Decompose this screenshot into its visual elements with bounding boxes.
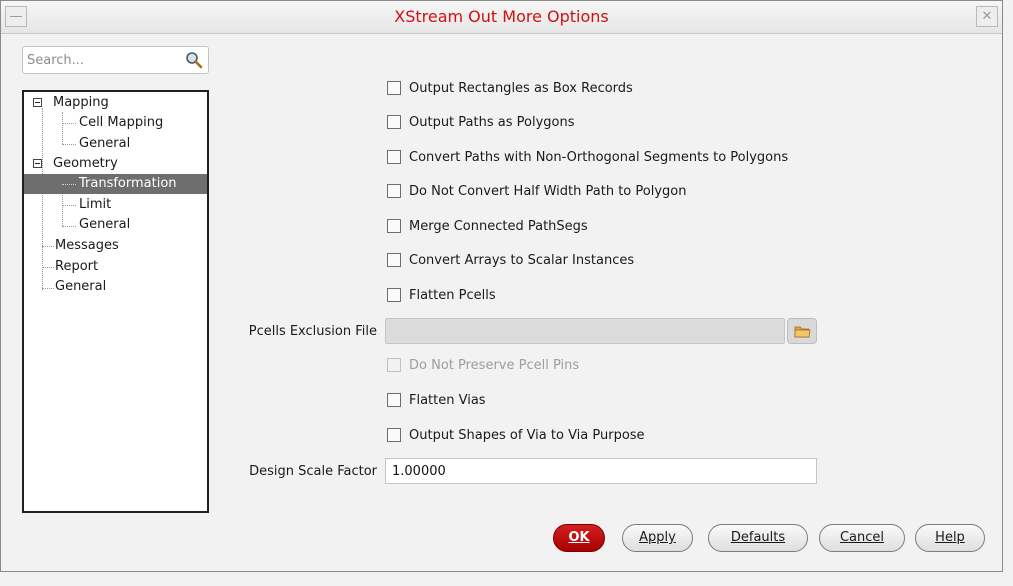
search-box [22,46,209,74]
defaults-button[interactable]: Defaults [708,524,808,552]
browse-button[interactable] [787,318,817,344]
option-label: Flatten Pcells [409,288,496,303]
options-tree[interactable]: Mapping Cell Mapping General Geometry Tr… [22,90,209,513]
close-button[interactable]: ✕ [976,6,998,27]
pcells-exclusion-field [385,318,785,344]
search-input[interactable] [25,50,175,70]
search-icon[interactable] [185,51,203,69]
checkbox[interactable] [387,80,401,95]
option-flatten-vias[interactable]: Flatten Vias [387,392,486,412]
tree-item-messages[interactable]: Messages [55,236,119,256]
option-label: Output Rectangles as Box Records [409,81,633,96]
collapse-icon[interactable] [33,159,42,168]
option-label: Output Paths as Polygons [409,115,575,130]
option-label: Convert Arrays to Scalar Instances [409,253,635,268]
option-flatten-pcells[interactable]: Flatten Pcells [387,287,496,307]
checkbox[interactable] [387,149,401,164]
checkbox[interactable] [387,218,401,233]
ok-button[interactable]: OK [553,524,605,552]
option-label: Merge Connected PathSegs [409,219,588,234]
help-button[interactable]: Help [915,524,985,552]
tree-item-geometry-general[interactable]: General [79,215,130,235]
option-merge-pathsegs[interactable]: Merge Connected PathSegs [387,218,588,238]
option-paths-polygons[interactable]: Output Paths as Polygons [387,114,574,134]
option-half-width[interactable]: Do Not Convert Half Width Path to Polygo… [387,183,686,203]
option-label: Do Not Preserve Pcell Pins [409,358,580,373]
option-label: Output Shapes of Via to Via Purpose [409,428,645,443]
tree-item-mapping[interactable]: Mapping [53,93,109,113]
checkbox[interactable] [387,114,401,129]
option-via-purpose[interactable]: Output Shapes of Via to Via Purpose [387,427,645,447]
option-label: Flatten Vias [409,393,486,408]
checkbox[interactable] [387,287,401,302]
checkbox [387,357,401,372]
collapse-icon[interactable] [33,98,42,107]
folder-icon [794,326,811,338]
design-scale-label: Design Scale Factor [249,464,377,479]
tree-item-transformation[interactable]: Transformation [79,174,177,194]
design-scale-input[interactable] [385,458,817,484]
checkbox[interactable] [387,183,401,198]
tree-item-geometry[interactable]: Geometry [53,154,118,174]
title-bar: — XStream Out More Options ✕ [1,1,1002,34]
apply-button[interactable]: Apply [622,524,693,552]
option-rect-box[interactable]: Output Rectangles as Box Records [387,80,633,100]
checkbox[interactable] [387,252,401,267]
checkbox[interactable] [387,427,401,442]
option-arrays-scalar[interactable]: Convert Arrays to Scalar Instances [387,252,634,272]
pcells-exclusion-label: Pcells Exclusion File [248,324,377,339]
tree-item-cell-mapping[interactable]: Cell Mapping [79,113,163,133]
option-label: Convert Paths with Non-Orthogonal Segmen… [409,150,789,165]
tree-item-limit[interactable]: Limit [79,195,111,215]
window-title: XStream Out More Options [394,7,609,26]
cancel-button[interactable]: Cancel [819,524,905,552]
option-nonortho[interactable]: Convert Paths with Non-Orthogonal Segmen… [387,149,788,169]
tree-item-report[interactable]: Report [55,257,98,277]
checkbox[interactable] [387,392,401,407]
option-preserve-pins: Do Not Preserve Pcell Pins [387,357,579,377]
xstream-out-options-dialog: — XStream Out More Options ✕ Mapping Cel… [0,0,1003,572]
tree-item-mapping-general[interactable]: General [79,134,130,154]
option-label: Do Not Convert Half Width Path to Polygo… [409,184,687,199]
tree-item-general[interactable]: General [55,277,106,297]
